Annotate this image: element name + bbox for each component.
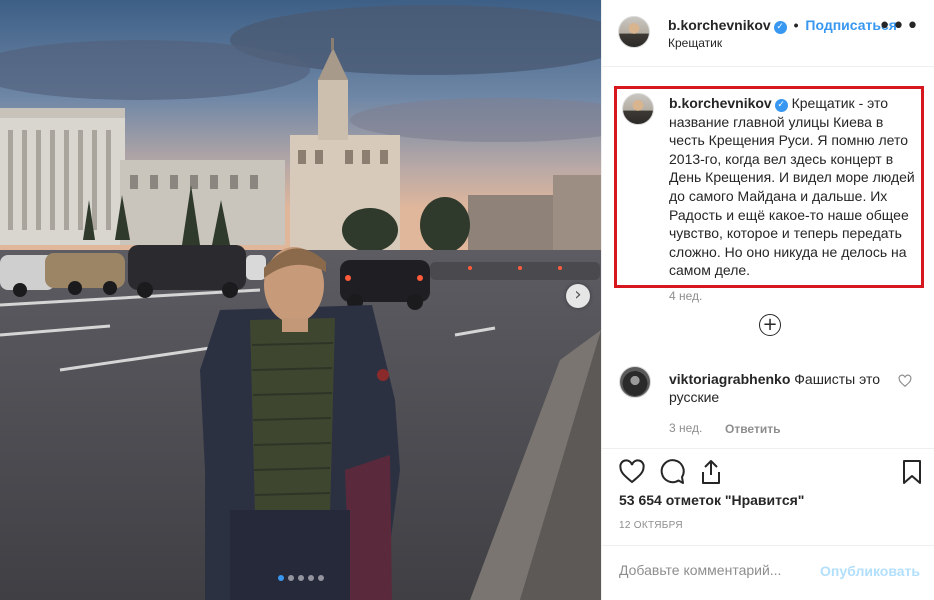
more-options-icon[interactable]: ••• — [878, 14, 920, 39]
save-button[interactable] — [898, 458, 926, 486]
next-slide-button[interactable]: › — [566, 284, 590, 308]
like-button[interactable] — [618, 458, 646, 486]
caption-username-link[interactable]: b.korchevnikov — [669, 95, 772, 111]
post-photo[interactable]: › — [0, 0, 601, 600]
load-more-comments-button[interactable]: + — [759, 314, 781, 336]
add-comment-divider — [602, 545, 934, 546]
author-username-link[interactable]: b.korchevnikov — [668, 17, 771, 33]
header-separator: • — [793, 17, 799, 33]
bookmark-icon — [903, 460, 921, 484]
chevron-right-icon: › — [574, 284, 582, 305]
heart-icon — [619, 459, 645, 484]
header-divider — [602, 66, 934, 67]
comment-button[interactable] — [658, 458, 686, 486]
carousel-dot — [318, 575, 324, 581]
commenter-avatar[interactable] — [619, 366, 651, 398]
carousel-dot — [288, 575, 294, 581]
location-link[interactable]: Крещатик — [668, 36, 722, 50]
share-button[interactable] — [697, 458, 725, 486]
share-icon — [702, 460, 720, 484]
author-avatar[interactable] — [618, 16, 650, 48]
verified-badge-icon: ✓ — [774, 99, 788, 112]
reply-button[interactable]: Ответить — [725, 422, 780, 436]
comment-icon — [660, 459, 685, 484]
verified-badge-icon: ✓ — [773, 21, 787, 34]
carousel-dot — [278, 575, 284, 581]
plus-circle-icon: + — [762, 314, 778, 335]
caption-author-avatar[interactable] — [622, 93, 654, 125]
comment-like-heart-icon[interactable] — [898, 374, 912, 388]
actions-divider — [602, 448, 934, 449]
caption-timestamp[interactable]: 4 нед. — [669, 289, 702, 303]
add-comment-input[interactable] — [619, 562, 819, 578]
caption-text: Крещатик - это название главной улицы Ки… — [669, 95, 915, 279]
carousel-dot — [308, 575, 314, 581]
comment-timestamp[interactable]: 3 нед. — [669, 421, 702, 435]
caption-highlight-box: b.korchevnikov ✓ Крещатик - это название … — [614, 86, 924, 288]
photo-scene — [0, 0, 601, 600]
post-side-panel: b.korchevnikov ✓ • Подписаться Крещатик •… — [601, 0, 934, 600]
comment: viktoriagrabhenko Фашисты это русские — [669, 370, 889, 406]
post-date[interactable]: 12 ОКТЯБРЯ — [619, 520, 683, 531]
commenter-username-link[interactable]: viktoriagrabhenko — [669, 371, 790, 387]
post-header-user-row: b.korchevnikov ✓ • Подписаться — [668, 17, 897, 34]
likes-count[interactable]: 53 654 отметок "Нравится" — [619, 492, 804, 508]
publish-button[interactable]: Опубликовать — [820, 563, 920, 579]
carousel-dot — [298, 575, 304, 581]
caption: b.korchevnikov ✓ Крещатик - это название … — [669, 94, 921, 280]
carousel-indicator — [278, 575, 324, 581]
